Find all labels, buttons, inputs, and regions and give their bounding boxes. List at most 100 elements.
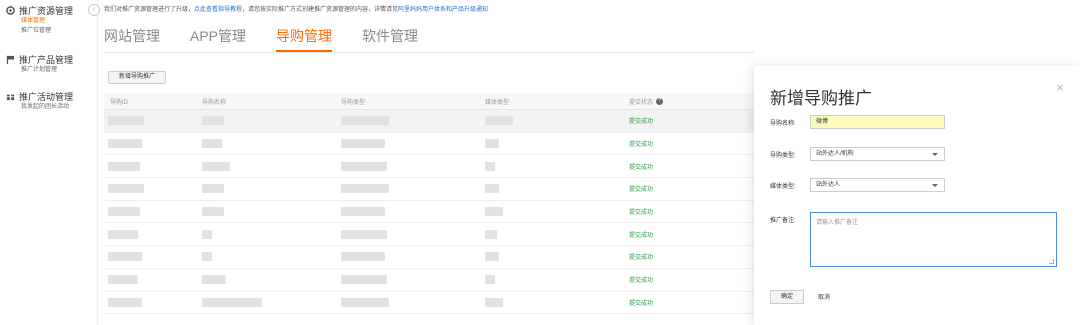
upgrade-notice: 我们对推广资源管理进行了升级，点此查看指导教程，请您按实际推广方式创建推广资源管…	[104, 4, 488, 13]
remark-textarea[interactable]: 请输入推广备注	[810, 212, 1057, 267]
nav-head-product[interactable]: 推广产品管理	[6, 53, 73, 65]
add-guide-button[interactable]: 新增导购推广	[108, 71, 166, 84]
tab-app[interactable]: APP管理	[190, 26, 246, 52]
blurred-cell	[198, 161, 341, 171]
redacted-block	[485, 229, 497, 239]
guide-name-input[interactable]: 微博	[810, 115, 945, 129]
upgrade-notice-link[interactable]: 阿里妈妈用户体系和产品升级通知	[398, 7, 488, 13]
modal-title: 新增导购推广	[770, 89, 872, 108]
resize-handle-icon[interactable]	[1049, 259, 1054, 264]
table-row[interactable]: 提交成功	[104, 133, 754, 156]
blurred-cell	[341, 252, 485, 262]
redacted-block	[202, 275, 226, 285]
redacted-block	[341, 116, 389, 126]
status-text: 提交成功	[629, 119, 654, 126]
blurred-cell	[485, 139, 629, 149]
status-text: 提交成功	[629, 232, 654, 239]
cancel-button[interactable]: 取消	[818, 292, 830, 301]
col-guide-name: 导购名称	[202, 99, 227, 106]
redacted-block	[202, 252, 212, 262]
close-icon[interactable]: ×	[1056, 80, 1064, 95]
remark-label: 推广备注:	[770, 218, 796, 224]
redacted-block	[341, 184, 389, 194]
blurred-cell	[198, 139, 341, 149]
status-text: 提交成功	[629, 210, 654, 217]
add-guide-modal: 新增导购推广 × 导购名称: 微博 导购类型: 站外达人/机构 媒体类型: 站外…	[754, 66, 1080, 325]
nav-head-activity[interactable]: 推广活动管理	[6, 90, 73, 102]
redacted-block	[485, 116, 513, 126]
chevron-down-icon	[932, 184, 938, 187]
tab-website[interactable]: 网站管理	[104, 26, 160, 52]
confirm-button[interactable]: 确定	[770, 290, 804, 304]
blurred-cell	[104, 161, 198, 171]
tab-software[interactable]: 软件管理	[362, 26, 418, 52]
nav-group-activity: 推广活动管理 我发起的团长活动	[6, 90, 73, 112]
guide-name-label: 导购名称:	[770, 121, 796, 127]
status-text: 提交成功	[629, 187, 654, 194]
tab-guide[interactable]: 导购管理	[276, 26, 333, 52]
blurred-cell	[104, 252, 198, 262]
blurred-cell	[104, 139, 198, 149]
table-row[interactable]: 提交成功	[104, 292, 754, 315]
collapse-sidebar-button[interactable]: ‹	[88, 4, 100, 16]
help-icon[interactable]: ?	[656, 97, 664, 105]
blurred-cell	[341, 139, 485, 149]
redacted-block	[108, 139, 142, 149]
blurred-cell	[341, 229, 485, 239]
blurred-cell	[104, 229, 198, 239]
blurred-cell	[341, 297, 485, 307]
status-text: 提交成功	[629, 278, 654, 285]
media-type-select[interactable]: 站外达人	[810, 178, 945, 192]
sidebar-item-adzone[interactable]: 推广位管理	[21, 26, 73, 36]
blurred-cell	[198, 275, 341, 285]
table-row[interactable]: 提交成功	[104, 201, 754, 224]
blurred-cell	[198, 229, 341, 239]
col-status-label: 提交状态	[629, 99, 654, 106]
col-status: 提交状态 ?	[629, 97, 754, 106]
nav-head-label: 推广产品管理	[19, 54, 74, 65]
blurred-cell	[341, 207, 485, 217]
blurred-cell	[485, 116, 629, 126]
notice-text-2: ，请您按实际推广方式创建推广资源管理的内容，详情请见	[242, 7, 399, 13]
table-row[interactable]: 提交成功	[104, 223, 754, 247]
blurred-cell	[485, 275, 629, 285]
redacted-block	[341, 207, 385, 217]
table-row[interactable]: 提交成功	[104, 110, 754, 133]
sidebar-item-plan[interactable]: 推广计划管理	[21, 65, 73, 75]
redacted-block	[341, 139, 385, 149]
blurred-cell	[485, 184, 629, 194]
blurred-cell	[104, 275, 198, 285]
nav-head-label: 推广活动管理	[19, 91, 74, 102]
table-row[interactable]: 提交成功	[104, 246, 754, 269]
redacted-block	[202, 161, 230, 171]
blurred-cell	[485, 207, 629, 217]
redacted-block	[341, 275, 387, 285]
redacted-block	[108, 229, 138, 239]
sidebar: ‹ 推广资源管理 媒体管理 推广位管理 推广产品管理 推广计划管理 推广活动管理…	[0, 0, 100, 325]
table-row[interactable]: 提交成功	[104, 178, 754, 201]
sidebar-item-media[interactable]: 媒体管理	[21, 16, 73, 26]
nav-head-resource[interactable]: 推广资源管理	[6, 4, 73, 16]
blurred-cell	[104, 184, 198, 194]
table-row[interactable]: 提交成功	[104, 269, 754, 292]
redacted-block	[108, 275, 138, 285]
redacted-block	[108, 252, 142, 262]
media-type-label: 媒体类型:	[770, 184, 796, 190]
chevron-down-icon	[932, 153, 938, 156]
sidebar-item-team-activity[interactable]: 我发起的团长活动	[21, 102, 73, 112]
redacted-block	[108, 297, 142, 307]
guide-name-value: 微博	[816, 119, 829, 125]
table-row[interactable]: 提交成功	[104, 155, 754, 179]
blurred-cell	[341, 161, 485, 171]
guide-type-select[interactable]: 站外达人/机构	[810, 147, 945, 161]
blurred-cell	[485, 252, 629, 262]
redacted-block	[485, 184, 499, 194]
redacted-block	[202, 229, 212, 239]
blurred-cell	[341, 116, 485, 126]
guide-type-value: 站外达人/机构	[816, 151, 854, 157]
blurred-cell	[104, 297, 198, 307]
settings-icon	[6, 5, 15, 15]
blurred-cell	[198, 116, 341, 126]
redacted-block	[202, 297, 262, 307]
tutorial-link[interactable]: 点此查看指导教程	[194, 7, 242, 13]
